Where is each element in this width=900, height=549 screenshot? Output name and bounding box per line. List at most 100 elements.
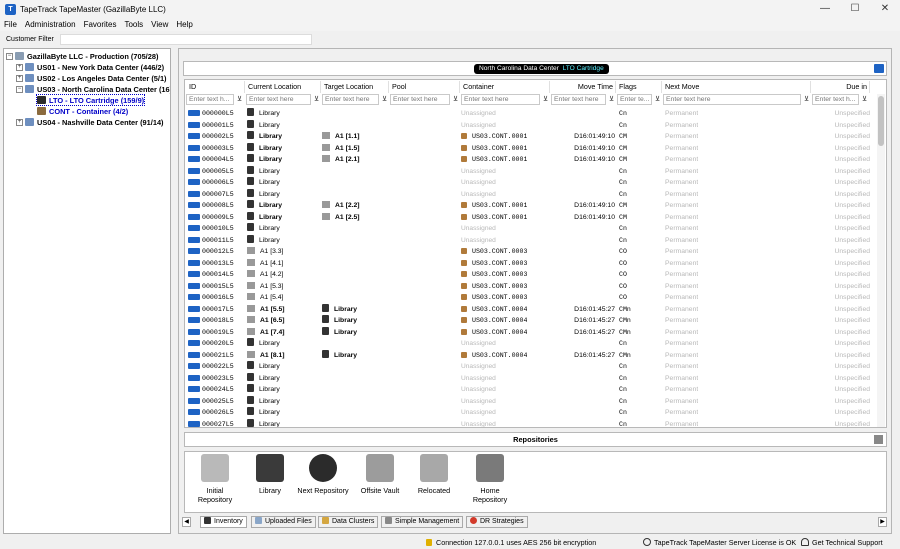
table-row[interactable]: 000001L5 Library Unassigned Cn Permanent Unsp…	[185, 119, 875, 132]
table-row[interactable]: 000025L5 Library Unassigned Cn Permanent Unsp…	[185, 395, 875, 408]
tree-node-us03[interactable]: − US03 - North Carolina Data Center (16)	[16, 84, 170, 94]
filter-container[interactable]: Enter text here	[461, 94, 540, 105]
table-row[interactable]: 000020L5 Library Unassigned Cn Permanent Unsp…	[185, 338, 875, 350]
maximize-button[interactable]: ☐	[840, 0, 870, 18]
table-row[interactable]: 000027L5 Library Unassigned Cn Permanent Unsp…	[185, 418, 875, 427]
filter-flags[interactable]: Enter te...	[617, 94, 652, 105]
filter-current-location[interactable]: Enter text here	[246, 94, 311, 105]
tab-scroll-left[interactable]: ◀	[182, 517, 191, 527]
cell-container: Unassigned	[461, 110, 496, 117]
tab-dr-strategies[interactable]: DR Strategies	[466, 516, 528, 528]
table-row[interactable]: 000008L5 Library A1 [2.2] US03.CONT.0001 D16…	[185, 200, 875, 212]
repository-offsite-vault[interactable]: Offsite Vault	[350, 454, 410, 495]
table-row[interactable]: 000022L5 Library Unassigned Cn Permanent Unsp…	[185, 361, 875, 373]
filter-move-time[interactable]: Enter text here	[551, 94, 606, 105]
filter-icon[interactable]: ⊻	[312, 95, 321, 104]
repository-library[interactable]: Library	[240, 454, 300, 495]
repository-next[interactable]: Next Repository	[293, 454, 353, 495]
tab-inventory[interactable]: Inventory	[200, 516, 247, 528]
filter-icon[interactable]: ⊻	[860, 95, 869, 104]
panel-splitter[interactable]	[172, 48, 176, 534]
tree-node-cont[interactable]: CONT - Container (4/2)	[37, 106, 128, 116]
filter-icon[interactable]: ⊻	[541, 95, 550, 104]
menu-favorites[interactable]: Favorites	[80, 20, 121, 29]
filter-icon[interactable]: ⊻	[802, 95, 811, 104]
column-header-container[interactable]: Container	[461, 81, 550, 93]
book-icon[interactable]	[874, 64, 884, 73]
filter-next-move[interactable]: Enter text here	[663, 94, 801, 105]
tree-node-us01[interactable]: + US01 - New York Data Center (446/2)	[16, 62, 164, 72]
table-row[interactable]: 000017L5 A1 [5.5] Library US03.CONT.0004 D16…	[185, 303, 875, 316]
table-row[interactable]: 000026L5 Library Unassigned Cn Permanent Unsp…	[185, 407, 875, 419]
table-row[interactable]: 000004L5 Library A1 [2.1] US03.CONT.0001 D16…	[185, 154, 875, 166]
menu-tools[interactable]: Tools	[120, 20, 147, 29]
repository-home[interactable]: Home Repository	[460, 454, 520, 504]
column-header-current-location[interactable]: Current Location	[246, 81, 321, 93]
minimize-button[interactable]: —	[810, 0, 840, 18]
repository-initial[interactable]: Initial Repository	[185, 454, 245, 504]
table-row[interactable]: 000006L5 Library Unassigned Cn Permanent Unsp…	[185, 177, 875, 189]
menu-file[interactable]: File	[0, 20, 21, 29]
column-header-move-time[interactable]: Move Time	[551, 81, 616, 93]
expand-icon[interactable]: +	[16, 63, 23, 71]
customer-filter-input[interactable]	[59, 33, 312, 45]
filter-icon[interactable]: ⊻	[380, 95, 389, 104]
tab-scroll-right[interactable]: ▶	[878, 517, 887, 527]
column-header-id[interactable]: ID	[187, 81, 245, 93]
tree-node-us04[interactable]: + US04 - Nashville Data Center (91/14)	[16, 117, 164, 127]
collapse-icon[interactable]: −	[6, 52, 13, 60]
grid-vertical-scrollbar[interactable]	[877, 94, 885, 427]
tab-uploaded-files[interactable]: Uploaded Files	[251, 516, 316, 528]
column-header-due-in[interactable]: Due in	[812, 81, 870, 93]
expand-icon[interactable]: +	[16, 118, 23, 126]
filter-id[interactable]: Enter text h...	[186, 94, 234, 105]
repositories-options-icon[interactable]	[874, 435, 883, 444]
filter-icon[interactable]: ⊻	[653, 95, 662, 104]
technical-support-link[interactable]: Get Technical Support	[801, 537, 883, 549]
table-row[interactable]: 000021L5 A1 [8.1] Library US03.CONT.0004 D16…	[185, 349, 875, 362]
menu-administration[interactable]: Administration	[21, 20, 80, 29]
filter-icon[interactable]: ⊻	[607, 95, 616, 104]
cell-current-location: Library	[259, 167, 280, 175]
table-row[interactable]: 000015L5 A1 [5.3] US03.CONT.0003 CO Permanen…	[185, 281, 875, 293]
table-row[interactable]: 000023L5 Library Unassigned Cn Permanent Unsp…	[185, 372, 875, 385]
table-row[interactable]: 000010L5 Library Unassigned Cn Permanent Unsp…	[185, 223, 875, 235]
table-row[interactable]: 000016L5 A1 [5.4] US03.CONT.0003 CO Permanen…	[185, 292, 875, 304]
tab-data-clusters[interactable]: Data Clusters	[318, 516, 379, 528]
column-header-flags[interactable]: Flags	[617, 81, 662, 93]
filter-target-location[interactable]: Enter text here	[322, 94, 379, 105]
tree-node-root[interactable]: − GazillaByte LLC - Production (705/28)	[6, 51, 158, 61]
cell-due-in: Unspecified	[834, 236, 870, 244]
table-row[interactable]: 000002L5 Library A1 [1.1] US03.CONT.0001 D16…	[185, 131, 875, 143]
expand-icon[interactable]: +	[16, 74, 23, 82]
table-row[interactable]: 000024L5 Library Unassigned Cn Permanent Unsp…	[185, 384, 875, 396]
menu-help[interactable]: Help	[172, 20, 196, 29]
table-row[interactable]: 000000L5 Library Unassigned Cn Permanent Unsp…	[185, 108, 875, 120]
table-row[interactable]: 000018L5 A1 [6.5] Library US03.CONT.0004 D16…	[185, 315, 875, 327]
table-row[interactable]: 000011L5 Library Unassigned Cn Permanent Unsp…	[185, 234, 875, 247]
filter-due-in[interactable]: Enter text h...	[812, 94, 859, 105]
column-header-pool[interactable]: Pool	[390, 81, 460, 93]
scrollbar-thumb[interactable]	[878, 96, 884, 146]
table-row[interactable]: 000012L5 A1 [3.3] US03.CONT.0003 CO Permanen…	[185, 246, 875, 258]
column-header-target-location[interactable]: Target Location	[322, 81, 389, 93]
table-row[interactable]: 000007L5 Library Unassigned Cn Permanent Unsp…	[185, 188, 875, 201]
cell-flags: Cn	[619, 340, 627, 347]
filter-icon[interactable]: ⊻	[451, 95, 460, 104]
table-row[interactable]: 000019L5 A1 [7.4] Library US03.CONT.0004 D16…	[185, 326, 875, 339]
filter-pool[interactable]: Enter text here	[390, 94, 450, 105]
table-row[interactable]: 000014L5 A1 [4.2] US03.CONT.0003 CO Permanen…	[185, 269, 875, 281]
table-row[interactable]: 000013L5 A1 [4.1] US03.CONT.0003 CO Permanen…	[185, 258, 875, 270]
collapse-icon[interactable]: −	[16, 85, 23, 93]
table-row[interactable]: 000003L5 Library A1 [1.5] US03.CONT.0001 D16…	[185, 142, 875, 155]
tree-node-us02[interactable]: + US02 - Los Angeles Data Center (5/1)	[16, 73, 167, 83]
tab-simple-management[interactable]: Simple Management	[381, 516, 464, 528]
tree-node-lto[interactable]: LTO - LTO Cartridge (159/9)	[35, 94, 146, 106]
table-row[interactable]: 000005L5 Library Unassigned Cn Permanent Unsp…	[185, 165, 875, 178]
table-row[interactable]: 000009L5 Library A1 [2.5] US03.CONT.0001 D16…	[185, 211, 875, 224]
menu-view[interactable]: View	[147, 20, 172, 29]
close-button[interactable]: ✕	[870, 0, 900, 18]
repository-relocated[interactable]: Relocated	[404, 454, 464, 495]
column-header-next-move[interactable]: Next Move	[663, 81, 811, 93]
filter-icon[interactable]: ⊻	[235, 95, 244, 104]
